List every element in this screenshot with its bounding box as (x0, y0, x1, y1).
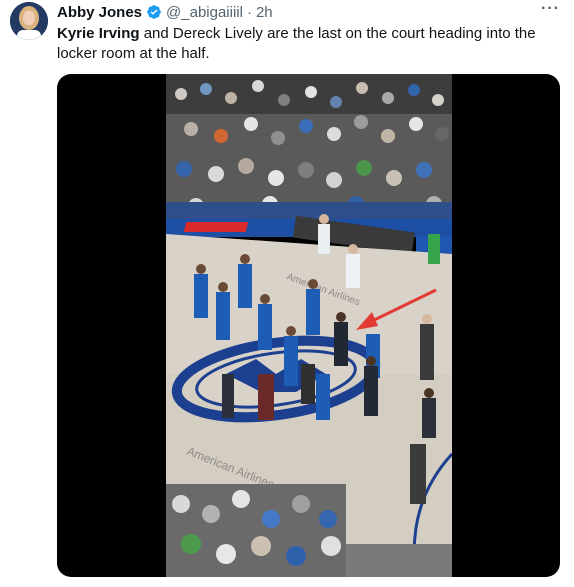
avatar[interactable] (10, 2, 48, 40)
verified-badge-icon (146, 4, 162, 20)
timestamp[interactable]: 2h (256, 4, 273, 21)
tweet-header: Abby Jones @_abigaiiiil · 2h (57, 3, 273, 21)
dot-separator: · (246, 3, 252, 21)
video-player[interactable]: American Airlines American Airlines (57, 74, 560, 577)
more-horizontal-icon[interactable]: ··· (541, 0, 560, 18)
author-name[interactable]: Abby Jones (57, 4, 142, 21)
mention-kyrie: Kyrie Irving (57, 25, 140, 42)
author-handle[interactable]: @_abigaiiiil (166, 4, 243, 21)
tweet-text: Kyrie Irving and Dereck Lively are the l… (57, 24, 547, 64)
video-frame[interactable]: American Airlines American Airlines (166, 74, 452, 577)
tweet-card[interactable]: Abby Jones @_abigaiiiil · 2h ··· Kyrie I… (0, 0, 574, 587)
